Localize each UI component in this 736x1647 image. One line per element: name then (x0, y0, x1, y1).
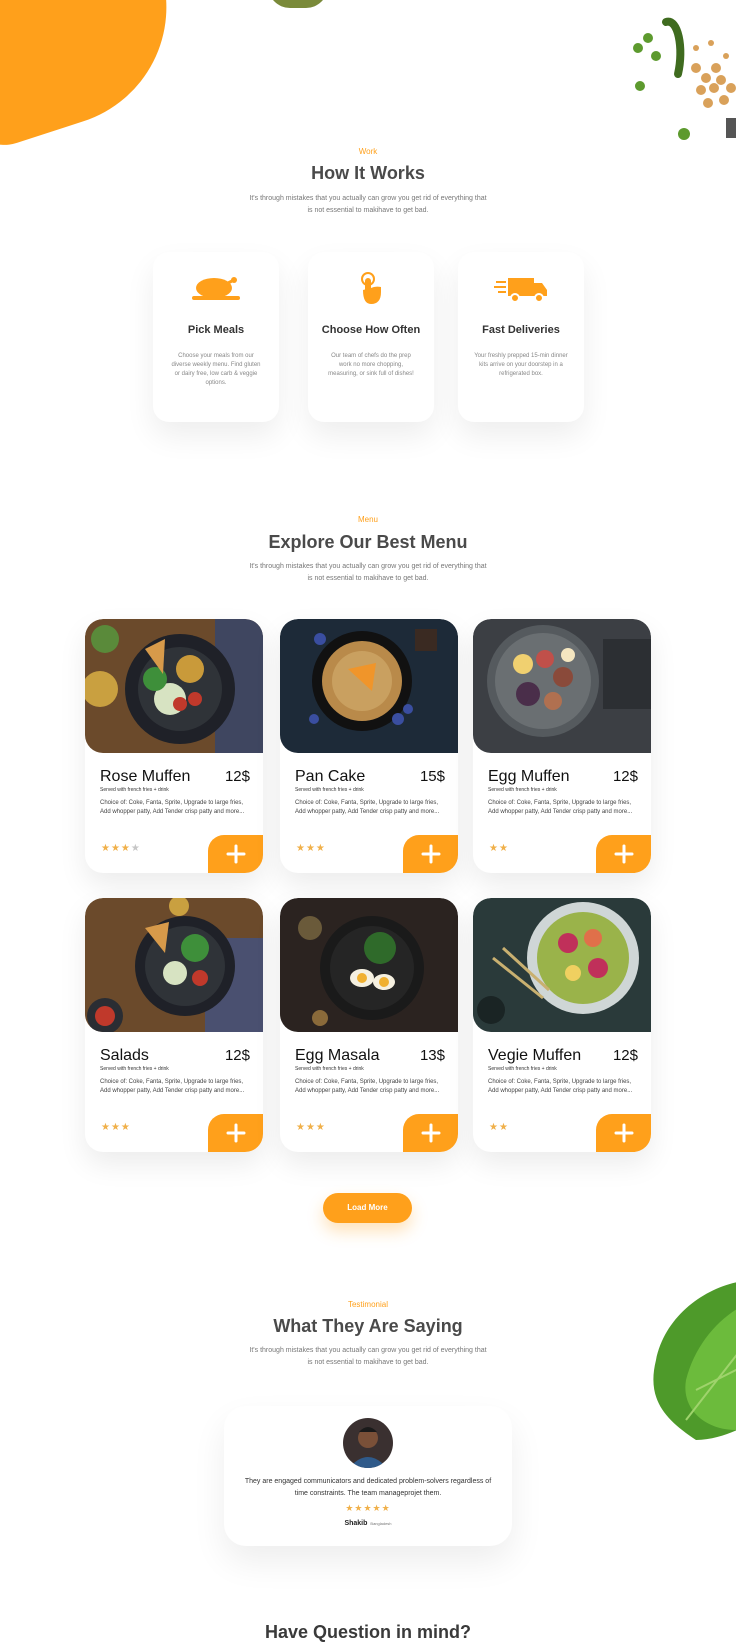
load-more-button[interactable]: Load More (323, 1193, 412, 1223)
dish-name: Egg Masala (295, 1047, 380, 1064)
rating-stars: ★★★ (101, 1122, 131, 1133)
dish-price: 12$ (612, 768, 638, 785)
roast-chicken-icon (153, 272, 279, 306)
dish-description: Choice of: Coke, Fanta, Sprite, Upgrade … (100, 1079, 245, 1094)
food-photo (473, 898, 651, 1032)
add-to-cart-button[interactable] (596, 1114, 651, 1152)
menu-section-subtitle: It's through mistakes that you actually … (249, 563, 487, 582)
how-section-title: How It Works (311, 163, 425, 183)
dish-price: 12$ (612, 1047, 638, 1064)
menu-card-rose-muffen[interactable]: Rose Muffen 12$ Served with french fries… (85, 619, 263, 873)
step-card-pick-meals: Pick Meals Choose your meals from our di… (153, 252, 279, 422)
page: Work How It Works It's through mistakes … (0, 0, 736, 1647)
step-title: Pick Meals (187, 324, 245, 336)
author-location: Bangladesh (370, 1521, 392, 1526)
plus-icon (226, 844, 245, 864)
orange-blob-decoration (0, 0, 198, 156)
dish-description: Choice of: Coke, Fanta, Sprite, Upgrade … (295, 1079, 440, 1094)
food-photo (85, 619, 263, 753)
dish-served-with: Served with french fries + drink (100, 1066, 169, 1072)
question-section-title: Have Question in mind? (264, 1622, 472, 1642)
plus-icon (226, 1123, 245, 1143)
step-title: Choose How Often (321, 324, 421, 336)
testimonial-section-title: What They Are Saying (273, 1316, 463, 1336)
menu-card-pan-cake[interactable]: Pan Cake 15$ Served with french fries + … (280, 619, 458, 873)
testimonial-section-tag: Testimonial (347, 1300, 388, 1309)
rating-stars: ★★★ (296, 1122, 326, 1133)
dish-served-with: Served with french fries + drink (295, 1066, 364, 1072)
add-to-cart-button[interactable] (403, 1114, 458, 1152)
menu-section-tag: Menu (357, 515, 378, 524)
rating-stars: ★★ (489, 843, 509, 854)
menu-card-salads[interactable]: Salads 12$ Served with french fries + dr… (85, 898, 263, 1152)
rating-stars: ★★★ (296, 843, 326, 854)
food-photo (473, 619, 651, 753)
menu-card-egg-masala[interactable]: Egg Masala 13$ Served with french fries … (280, 898, 458, 1152)
testimonial-card: They are engaged communicators and dedic… (224, 1406, 512, 1546)
step-description: Your freshly prepped 15-min dinner kits … (474, 353, 568, 377)
testimonial-rating-stars: ★★★★★ (345, 1503, 391, 1513)
step-card-choose-how-often: Choose How Often Our team of chefs do th… (308, 252, 434, 422)
menu-card-vegie-muffen[interactable]: Vegie Muffen 12$ Served with french frie… (473, 898, 651, 1152)
spice-decoration (633, 17, 736, 140)
dish-price: 12$ (224, 768, 250, 785)
step-card-fast-deliveries: Fast Deliveries Your freshly prepped 15-… (458, 252, 584, 422)
author-name: Shakib (344, 1520, 368, 1527)
dish-price: 12$ (224, 1047, 250, 1064)
dish-name: Rose Muffen (100, 768, 191, 785)
rating-stars: ★★ (489, 1122, 509, 1133)
food-photo (280, 619, 458, 753)
delivery-truck-icon (458, 272, 584, 306)
plus-icon (421, 1123, 440, 1143)
dish-description: Choice of: Coke, Fanta, Sprite, Upgrade … (488, 1079, 633, 1094)
food-photo (280, 898, 458, 1032)
dish-name: Salads (100, 1047, 149, 1064)
testimonial-section-subtitle: It's through mistakes that you actually … (249, 1347, 487, 1366)
add-to-cart-button[interactable] (208, 835, 263, 873)
dish-served-with: Served with french fries + drink (488, 787, 557, 793)
add-to-cart-button[interactable] (403, 835, 458, 873)
menu-card-egg-muffen[interactable]: Egg Muffen 12$ Served with french fries … (473, 619, 651, 873)
dish-description: Choice of: Coke, Fanta, Sprite, Upgrade … (100, 800, 245, 815)
menu-section-title: Explore Our Best Menu (268, 532, 468, 552)
food-photo (85, 898, 263, 1032)
dish-name: Pan Cake (295, 768, 366, 785)
plus-icon (421, 844, 440, 864)
dish-served-with: Served with french fries + drink (100, 787, 169, 793)
avatar (343, 1418, 393, 1468)
dish-served-with: Served with french fries + drink (488, 1066, 557, 1072)
step-description: Our team of chefs do the prep work no mo… (328, 353, 414, 377)
add-to-cart-button[interactable] (208, 1114, 263, 1152)
lime-decoration (268, 0, 328, 8)
dish-description: Choice of: Coke, Fanta, Sprite, Upgrade … (488, 800, 633, 815)
dish-name: Vegie Muffen (488, 1047, 582, 1064)
step-title: Fast Deliveries (482, 324, 560, 336)
testimonial-author: Shakib Bangladesh (224, 1520, 512, 1527)
lettuce-decoration (653, 1282, 736, 1440)
dish-name: Egg Muffen (488, 768, 570, 785)
dish-price: 15$ (419, 768, 445, 785)
how-section-tag: Work (358, 147, 378, 156)
plus-icon (614, 844, 633, 864)
dish-price: 13$ (419, 1047, 445, 1064)
rating-stars: ★★★★ (101, 843, 141, 854)
how-section-subtitle: It's through mistakes that you actually … (249, 195, 487, 214)
dish-served-with: Served with french fries + drink (295, 787, 364, 793)
step-description: Choose your meals from our diverse weekl… (171, 353, 261, 386)
finger-tap-icon (308, 272, 434, 306)
dish-description: Choice of: Coke, Fanta, Sprite, Upgrade … (295, 800, 440, 815)
add-to-cart-button[interactable] (596, 835, 651, 873)
testimonial-quote: They are engaged communicators and dedic… (244, 1478, 492, 1497)
plus-icon (614, 1123, 633, 1143)
